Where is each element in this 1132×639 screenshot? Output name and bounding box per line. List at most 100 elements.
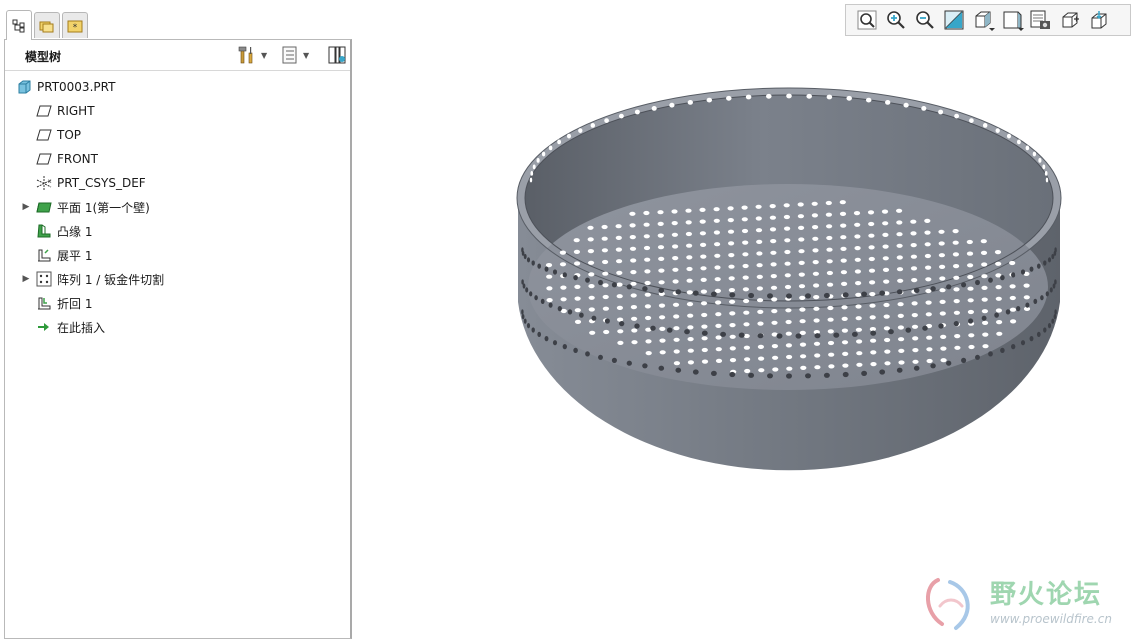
tab-model-tree[interactable] [6,10,32,40]
perforation-hole [530,171,534,176]
perforation-hole [969,118,974,123]
perforation-hole [710,291,717,297]
tree-item-csys[interactable]: x PRT_CSYS_DEF [35,172,146,194]
perforation-hole [539,130,543,136]
perforation-hole [912,80,918,86]
graphics-viewport[interactable] [354,0,1132,639]
perforation-hole [1051,318,1055,324]
perforation-hole [953,287,960,292]
perforation-hole [672,244,679,249]
perforation-hole [604,118,609,123]
refit-button[interactable] [852,6,881,34]
zoom-out-button[interactable] [910,6,939,34]
perforation-hole [591,315,597,321]
perforation-hole [685,231,692,237]
perforation-hole [884,337,891,343]
perforation-hole [905,327,912,333]
perforation-hole [757,344,764,349]
view-manager-button[interactable] [1026,6,1055,34]
tree-item-front[interactable]: FRONT [35,148,98,170]
perforation-hole [686,278,693,283]
perforation-hole [1023,295,1030,300]
perforation-hole [529,177,533,183]
perforation-hole [660,80,666,86]
perforation-hole [784,284,792,290]
perforation-hole [1025,145,1030,151]
perforation-hole [896,267,904,272]
perforation-hole [855,281,862,286]
perforation-hole [912,336,919,341]
tree-item-unbend[interactable]: 展平 1 [35,244,92,266]
tab-favorites[interactable]: * [62,12,88,38]
perforation-hole [825,212,832,217]
perforation-hole [531,143,535,149]
perforation-hole [631,328,638,333]
expand-arrow-icon[interactable]: ▶ [21,274,31,284]
annotation-display-button[interactable] [1084,6,1113,34]
perforation-hole [1016,139,1021,145]
perforation-hole [911,324,919,329]
perforation-hole [910,243,917,248]
tree-item-top[interactable]: TOP [35,124,81,146]
tree-item-flange[interactable]: 凸缘 1 [35,220,92,242]
perforation-hole [619,321,625,327]
tree-show-button[interactable]: ▼ [281,44,309,66]
tab-folder-browser[interactable] [34,12,60,38]
perforation-hole [701,359,709,364]
expand-arrow-icon[interactable]: ▶ [21,202,31,212]
perforation-hole [982,344,989,349]
perforation-hole [861,370,868,376]
watermark-title: 野火论坛 [990,580,1103,610]
perforation-hole [587,237,594,242]
sheetmetal-part-model[interactable] [354,0,1132,639]
perforation-hole [523,253,527,260]
tree-item-planar-wall[interactable]: ▶ 平面 1(第一个壁) [21,196,150,218]
perforation-hole [898,360,905,365]
perforation-hole [995,308,1003,313]
tree-item-right[interactable]: RIGHT [35,100,95,122]
perforation-hole [1038,158,1042,163]
perforation-hole [658,268,665,273]
tree-item-insert-here[interactable]: 在此插入 [35,316,105,338]
perforation-hole [953,321,959,327]
perforation-hole [995,285,1002,290]
view-manager-icon [1030,10,1050,29]
perforation-hole [766,45,772,51]
display-style-button[interactable] [968,6,997,34]
perforation-hole [1045,150,1049,156]
perforation-hole [742,275,749,280]
perforation-hole [811,213,818,218]
saved-views-button[interactable] [997,6,1026,34]
perforation-hole [1054,309,1057,315]
perforation-hole [825,200,832,206]
tree-settings-button[interactable]: ▼ [237,44,267,66]
perforation-hole [657,245,665,250]
tree-item-pattern[interactable]: ▶ 阵列 1 / 钣金件切割 [21,268,164,290]
perforation-hole [544,266,549,272]
perforation-hole [728,253,735,258]
perforation-hole [865,97,872,103]
perforation-hole [896,220,903,225]
chevron-down-icon [989,28,995,31]
tree-item-bend-back[interactable]: 折回 1 [35,292,92,314]
datum-display-button[interactable] [1055,6,1084,34]
perforation-hole [924,242,931,247]
perforation-hole [854,269,861,274]
perforation-hole [634,323,640,329]
perforation-hole [896,243,903,248]
perforation-hole [771,320,778,325]
perforation-hole [826,224,833,229]
tree-columns-button[interactable] [327,44,347,66]
perforation-hole [534,137,538,143]
perforation-hole [897,278,904,283]
perforation-hole [651,106,657,111]
perforation-hole [1016,91,1021,97]
zoom-in-button[interactable] [881,6,910,34]
repaint-button[interactable] [939,6,968,34]
tree-item-root-part[interactable]: PRT0003.PRT [15,76,115,98]
perforation-hole [1029,266,1034,272]
perforation-hole [925,265,932,270]
perforation-hole [799,307,806,312]
perforation-hole [938,323,944,329]
perforation-hole [930,363,936,369]
